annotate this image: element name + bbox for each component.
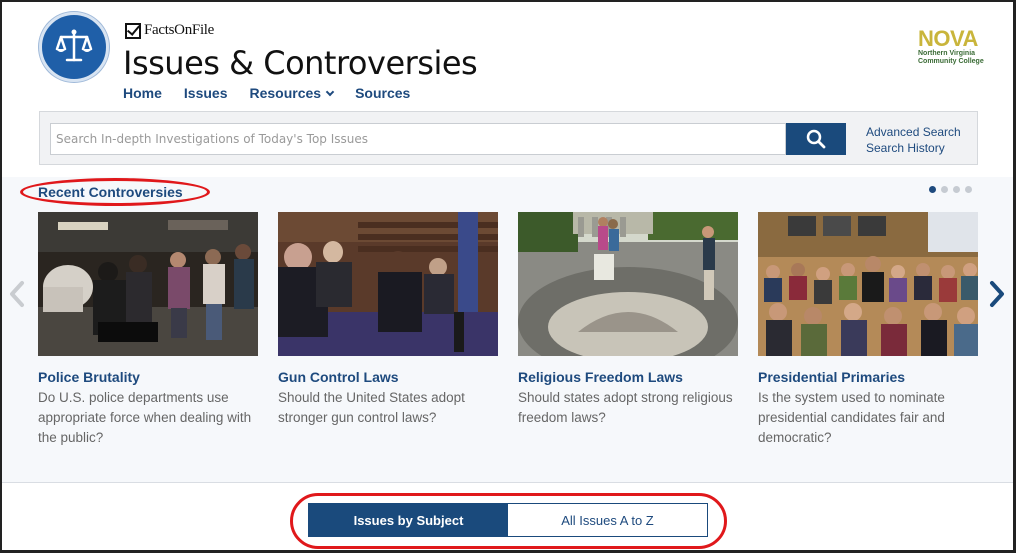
search-icon xyxy=(806,129,826,149)
chevron-down-icon xyxy=(325,87,335,96)
card-title[interactable]: Gun Control Laws xyxy=(278,369,498,385)
controversy-card[interactable]: Presidential Primaries Is the system use… xyxy=(758,212,978,448)
nav-resources-label: Resources xyxy=(249,85,322,101)
nova-logo-line1: Northern Virginia xyxy=(918,50,976,57)
search-input[interactable] xyxy=(50,123,786,155)
card-question: Should states adopt strong religious fre… xyxy=(518,390,733,425)
main-nav: Home Issues Resources Sources xyxy=(123,85,432,101)
controversy-card[interactable]: Religious Freedom Laws Should states ado… xyxy=(518,212,738,428)
carousel-pager xyxy=(929,186,972,193)
nav-home[interactable]: Home xyxy=(123,85,162,101)
highlight-oval xyxy=(290,493,727,549)
carousel-dot[interactable] xyxy=(929,186,936,193)
controversy-card[interactable]: Gun Control Laws Should the United State… xyxy=(278,212,498,428)
card-title[interactable]: Police Brutality xyxy=(38,369,258,385)
religious-freedom-photo[interactable] xyxy=(518,212,738,356)
carousel-dot[interactable] xyxy=(953,186,960,193)
carousel-dot[interactable] xyxy=(941,186,948,193)
controversy-card[interactable]: Police Brutality Do U.S. police departme… xyxy=(38,212,258,448)
advanced-search-link[interactable]: Advanced Search xyxy=(866,124,961,140)
factsonfile-logo: FactsOnFile xyxy=(125,22,214,39)
search-links: Advanced Search Search History xyxy=(866,124,961,156)
checkbox-logo-icon xyxy=(125,22,141,39)
gun-control-photo[interactable] xyxy=(278,212,498,356)
publisher-name: FactsOnFile xyxy=(144,22,215,38)
search-history-link[interactable]: Search History xyxy=(866,140,961,156)
app-title[interactable]: Issues & Controversies xyxy=(123,44,478,82)
card-title[interactable]: Presidential Primaries xyxy=(758,369,978,385)
card-title[interactable]: Religious Freedom Laws xyxy=(518,369,738,385)
presidential-primaries-photo[interactable] xyxy=(758,212,978,356)
carousel-dot[interactable] xyxy=(965,186,972,193)
police-brutality-photo[interactable] xyxy=(38,212,258,356)
card-question: Do U.S. police departments use appropria… xyxy=(38,390,252,445)
nav-resources[interactable]: Resources xyxy=(249,85,335,101)
page-frame: FactsOnFile Issues & Controversies Home … xyxy=(0,0,1016,553)
nav-issues[interactable]: Issues xyxy=(184,85,228,101)
nova-logo[interactable]: NOVA Northern Virginia Community College xyxy=(918,28,984,66)
search-bar: Advanced Search Search History xyxy=(39,111,978,165)
card-question: Is the system used to nominate president… xyxy=(758,390,945,445)
card-question: Should the United States adopt stronger … xyxy=(278,390,465,425)
highlight-oval xyxy=(20,178,210,206)
nova-logo-word: NOVA xyxy=(918,26,978,51)
nova-logo-line2: Community College xyxy=(918,58,984,65)
section-divider xyxy=(2,482,1013,483)
scales-logo-icon[interactable] xyxy=(39,12,109,82)
search-button[interactable] xyxy=(786,123,846,155)
nav-sources[interactable]: Sources xyxy=(355,85,410,101)
carousel-next-arrow-icon[interactable] xyxy=(988,280,1006,308)
carousel-prev-arrow-icon[interactable] xyxy=(8,280,26,308)
